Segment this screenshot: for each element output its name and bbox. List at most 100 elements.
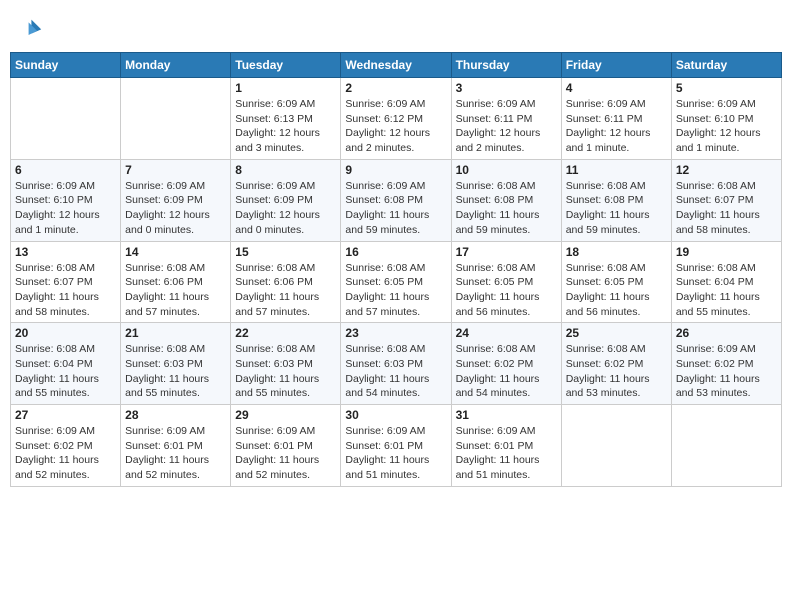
calendar-cell: 16Sunrise: 6:08 AM Sunset: 6:05 PM Dayli…: [341, 241, 451, 323]
calendar-cell: 27Sunrise: 6:09 AM Sunset: 6:02 PM Dayli…: [11, 405, 121, 487]
day-number: 4: [566, 81, 667, 95]
day-number: 9: [345, 163, 446, 177]
day-info: Sunrise: 6:08 AM Sunset: 6:05 PM Dayligh…: [456, 261, 557, 320]
day-info: Sunrise: 6:08 AM Sunset: 6:04 PM Dayligh…: [676, 261, 777, 320]
day-info: Sunrise: 6:09 AM Sunset: 6:02 PM Dayligh…: [15, 424, 116, 483]
day-number: 24: [456, 326, 557, 340]
day-info: Sunrise: 6:09 AM Sunset: 6:10 PM Dayligh…: [15, 179, 116, 238]
calendar-cell: 4 Sunrise: 6:09 AM Sunset: 6:11 PM Daylig…: [561, 78, 671, 160]
calendar-cell: 11 Sunrise: 6:08 AM Sunset: 6:08 PM Dayli…: [561, 159, 671, 241]
day-number: 20: [15, 326, 116, 340]
calendar-cell: [561, 405, 671, 487]
day-info: Sunrise: 6:09 AM Sunset: 6:01 PM Dayligh…: [235, 424, 336, 483]
day-info: Sunrise: 6:09 AM Sunset: 6:01 PM Dayligh…: [456, 424, 557, 483]
day-number: 22: [235, 326, 336, 340]
calendar-cell: 14 Sunrise: 6:08 AM Sunset: 6:06 PM Dayli…: [121, 241, 231, 323]
day-number: 23: [345, 326, 446, 340]
calendar-cell: 29 Sunrise: 6:09 AM Sunset: 6:01 PM Dayli…: [231, 405, 341, 487]
weekday-header-saturday: Saturday: [671, 53, 781, 78]
day-info: Sunrise: 6:09 AM Sunset: 6:09 PM Dayligh…: [125, 179, 226, 238]
day-number: 26: [676, 326, 777, 340]
calendar-cell: [11, 78, 121, 160]
day-number: 28: [125, 408, 226, 422]
day-info: Sunrise: 6:09 AM Sunset: 6:09 PM Dayligh…: [235, 179, 336, 238]
calendar-cell: 3Sunrise: 6:09 AM Sunset: 6:11 PM Daylig…: [451, 78, 561, 160]
day-info: Sunrise: 6:08 AM Sunset: 6:08 PM Dayligh…: [566, 179, 667, 238]
calendar-cell: 28 Sunrise: 6:09 AM Sunset: 6:01 PM Dayli…: [121, 405, 231, 487]
calendar-cell: 8 Sunrise: 6:09 AM Sunset: 6:09 PM Daylig…: [231, 159, 341, 241]
day-info: Sunrise: 6:08 AM Sunset: 6:06 PM Dayligh…: [235, 261, 336, 320]
calendar-cell: 19 Sunrise: 6:08 AM Sunset: 6:04 PM Dayli…: [671, 241, 781, 323]
day-number: 14: [125, 245, 226, 259]
day-number: 30: [345, 408, 446, 422]
calendar-cell: 31 Sunrise: 6:09 AM Sunset: 6:01 PM Dayli…: [451, 405, 561, 487]
day-info: Sunrise: 6:08 AM Sunset: 6:07 PM Dayligh…: [15, 261, 116, 320]
day-number: 21: [125, 326, 226, 340]
day-info: Sunrise: 6:09 AM Sunset: 6:08 PM Dayligh…: [345, 179, 446, 238]
calendar-cell: 23 Sunrise: 6:08 AM Sunset: 6:03 PM Dayli…: [341, 323, 451, 405]
day-info: Sunrise: 6:09 AM Sunset: 6:12 PM Dayligh…: [345, 97, 446, 156]
calendar-cell: 24Sunrise: 6:08 AM Sunset: 6:02 PM Dayli…: [451, 323, 561, 405]
weekday-header-sunday: Sunday: [11, 53, 121, 78]
weekday-header-monday: Monday: [121, 53, 231, 78]
day-info: Sunrise: 6:08 AM Sunset: 6:06 PM Dayligh…: [125, 261, 226, 320]
day-number: 31: [456, 408, 557, 422]
day-number: 19: [676, 245, 777, 259]
day-number: 16: [345, 245, 446, 259]
day-number: 18: [566, 245, 667, 259]
calendar-cell: 1 Sunrise: 6:09 AM Sunset: 6:13 PM Daylig…: [231, 78, 341, 160]
logo-icon: [16, 14, 44, 42]
calendar-week-2: 6 Sunrise: 6:09 AM Sunset: 6:10 PM Daylig…: [11, 159, 782, 241]
calendar-cell: 15 Sunrise: 6:08 AM Sunset: 6:06 PM Dayli…: [231, 241, 341, 323]
weekday-header-tuesday: Tuesday: [231, 53, 341, 78]
calendar-week-5: 27Sunrise: 6:09 AM Sunset: 6:02 PM Dayli…: [11, 405, 782, 487]
day-info: Sunrise: 6:08 AM Sunset: 6:03 PM Dayligh…: [235, 342, 336, 401]
weekday-header-wednesday: Wednesday: [341, 53, 451, 78]
calendar-cell: 12Sunrise: 6:08 AM Sunset: 6:07 PM Dayli…: [671, 159, 781, 241]
day-number: 2: [345, 81, 446, 95]
day-number: 17: [456, 245, 557, 259]
calendar-week-1: 1 Sunrise: 6:09 AM Sunset: 6:13 PM Daylig…: [11, 78, 782, 160]
day-info: Sunrise: 6:08 AM Sunset: 6:05 PM Dayligh…: [566, 261, 667, 320]
day-info: Sunrise: 6:08 AM Sunset: 6:04 PM Dayligh…: [15, 342, 116, 401]
calendar-cell: 18 Sunrise: 6:08 AM Sunset: 6:05 PM Dayli…: [561, 241, 671, 323]
day-number: 29: [235, 408, 336, 422]
calendar-cell: 6 Sunrise: 6:09 AM Sunset: 6:10 PM Daylig…: [11, 159, 121, 241]
day-number: 1: [235, 81, 336, 95]
calendar-cell: [671, 405, 781, 487]
calendar-week-3: 13 Sunrise: 6:08 AM Sunset: 6:07 PM Dayli…: [11, 241, 782, 323]
day-info: Sunrise: 6:08 AM Sunset: 6:07 PM Dayligh…: [676, 179, 777, 238]
day-number: 11: [566, 163, 667, 177]
calendar-header-row: SundayMondayTuesdayWednesdayThursdayFrid…: [11, 53, 782, 78]
day-info: Sunrise: 6:08 AM Sunset: 6:03 PM Dayligh…: [125, 342, 226, 401]
day-number: 15: [235, 245, 336, 259]
day-number: 6: [15, 163, 116, 177]
calendar-cell: 25Sunrise: 6:08 AM Sunset: 6:02 PM Dayli…: [561, 323, 671, 405]
day-info: Sunrise: 6:08 AM Sunset: 6:08 PM Dayligh…: [456, 179, 557, 238]
calendar-week-4: 20 Sunrise: 6:08 AM Sunset: 6:04 PM Dayli…: [11, 323, 782, 405]
day-info: Sunrise: 6:09 AM Sunset: 6:01 PM Dayligh…: [125, 424, 226, 483]
calendar-cell: 21 Sunrise: 6:08 AM Sunset: 6:03 PM Dayli…: [121, 323, 231, 405]
day-number: 13: [15, 245, 116, 259]
calendar-cell: 5 Sunrise: 6:09 AM Sunset: 6:10 PM Daylig…: [671, 78, 781, 160]
day-info: Sunrise: 6:09 AM Sunset: 6:13 PM Dayligh…: [235, 97, 336, 156]
day-number: 10: [456, 163, 557, 177]
calendar-cell: 7Sunrise: 6:09 AM Sunset: 6:09 PM Daylig…: [121, 159, 231, 241]
calendar-cell: 20 Sunrise: 6:08 AM Sunset: 6:04 PM Dayli…: [11, 323, 121, 405]
weekday-header-friday: Friday: [561, 53, 671, 78]
calendar-cell: 9 Sunrise: 6:09 AM Sunset: 6:08 PM Daylig…: [341, 159, 451, 241]
calendar-cell: 10 Sunrise: 6:08 AM Sunset: 6:08 PM Dayli…: [451, 159, 561, 241]
calendar-cell: 13 Sunrise: 6:08 AM Sunset: 6:07 PM Dayli…: [11, 241, 121, 323]
day-info: Sunrise: 6:09 AM Sunset: 6:01 PM Dayligh…: [345, 424, 446, 483]
day-info: Sunrise: 6:08 AM Sunset: 6:03 PM Dayligh…: [345, 342, 446, 401]
logo: [16, 14, 48, 42]
day-info: Sunrise: 6:09 AM Sunset: 6:10 PM Dayligh…: [676, 97, 777, 156]
calendar-table: SundayMondayTuesdayWednesdayThursdayFrid…: [10, 52, 782, 487]
day-info: Sunrise: 6:09 AM Sunset: 6:11 PM Dayligh…: [566, 97, 667, 156]
calendar-cell: 17 Sunrise: 6:08 AM Sunset: 6:05 PM Dayli…: [451, 241, 561, 323]
day-number: 5: [676, 81, 777, 95]
calendar-cell: 2 Sunrise: 6:09 AM Sunset: 6:12 PM Daylig…: [341, 78, 451, 160]
day-number: 3: [456, 81, 557, 95]
weekday-header-thursday: Thursday: [451, 53, 561, 78]
day-number: 8: [235, 163, 336, 177]
